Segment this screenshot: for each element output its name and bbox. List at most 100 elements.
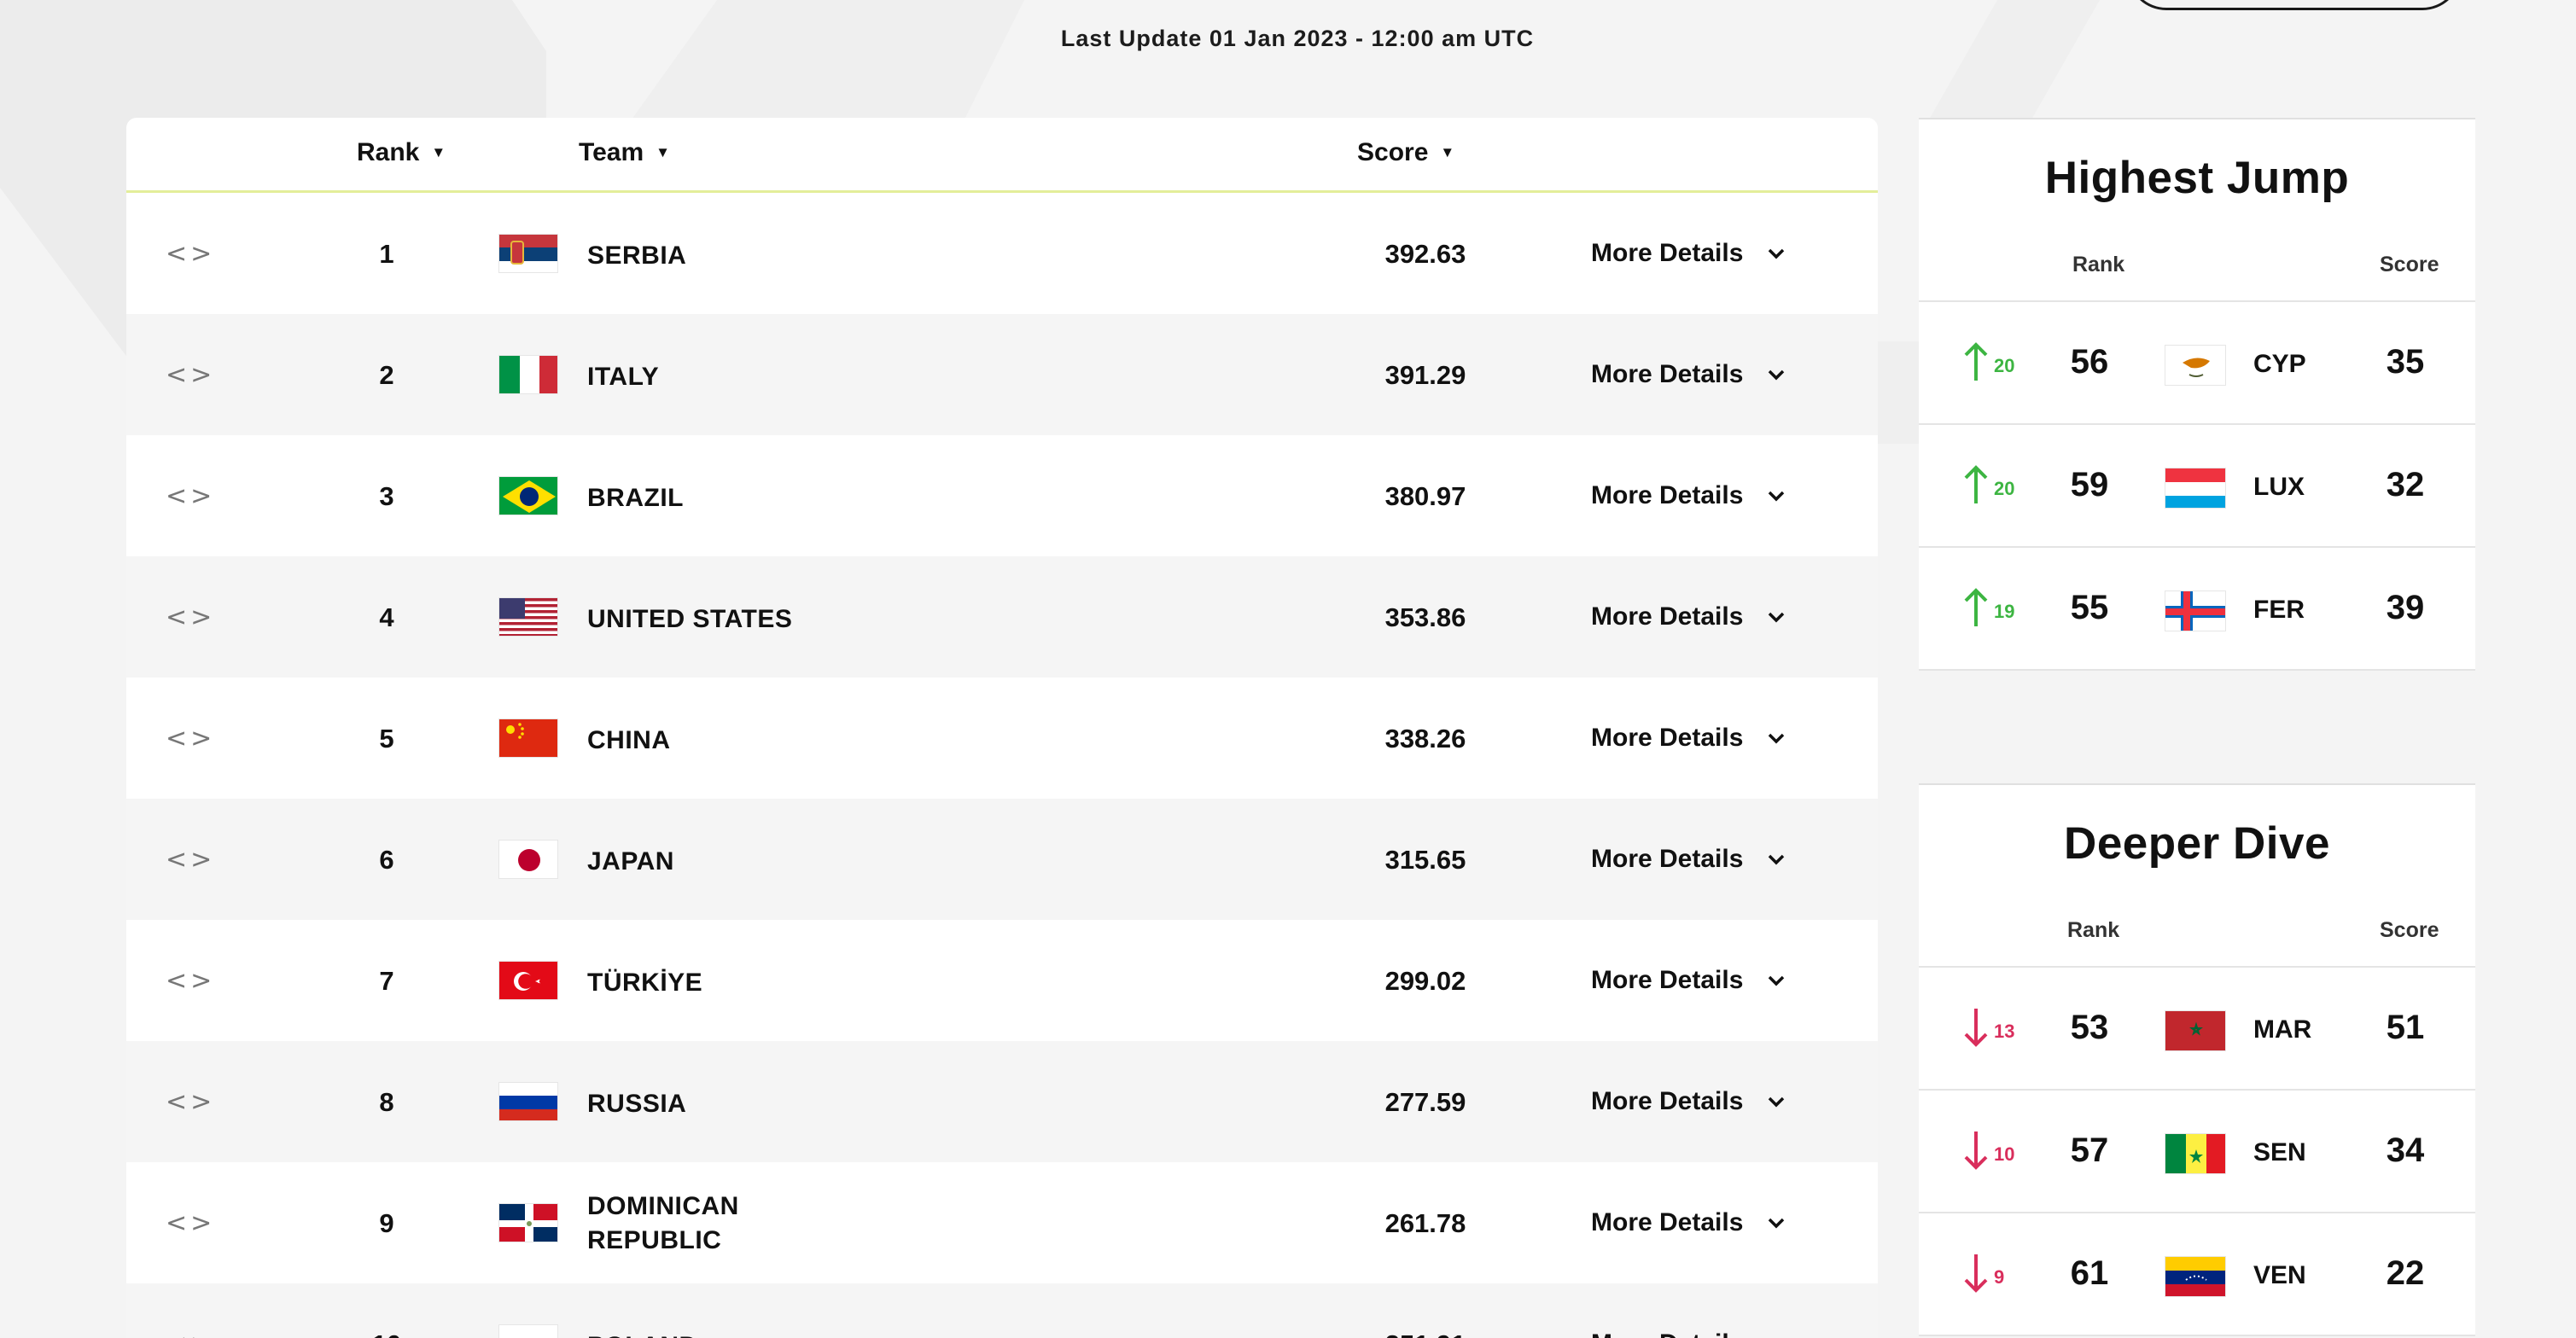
rank-change: 10: [1994, 1143, 2015, 1165]
more-details-button[interactable]: More Details: [1591, 845, 1786, 874]
more-details-button[interactable]: More Details: [1591, 724, 1786, 753]
table-row: <> 3 BRAZIL 380.97 More Details: [126, 435, 1878, 556]
more-details-label: More Details: [1591, 602, 1744, 631]
more-details-button[interactable]: More Details: [1591, 239, 1786, 268]
chevron-down-icon: [1769, 612, 1785, 623]
rank-header-label: Rank: [357, 138, 420, 166]
caret-down-icon: ▼: [656, 144, 670, 160]
more-details-label: More Details: [1591, 481, 1744, 509]
rank-change: 19: [1994, 601, 2015, 622]
code-icon[interactable]: <>: [166, 1208, 215, 1238]
table-row: <> 9 DOMINICAN REPUBLIC 261.78 More Detai…: [126, 1162, 1878, 1283]
highest-jump-panel: Highest Jump Rank Score 20 56 CYP 35 20 …: [1919, 118, 2475, 671]
score-value: 299.02: [1384, 966, 1466, 996]
last-update-text: Last Update 01 Jan 2023 - 12:00 am UTC: [1060, 26, 1535, 51]
score-value: 251.91: [1349, 1329, 1502, 1338]
sort-team-header[interactable]: Team ▼: [579, 138, 670, 167]
table-row: <> 4 UNITED STATES 353.86 More Details: [126, 556, 1878, 678]
team-name-line-2: REPUBLIC: [587, 1226, 722, 1254]
score-column-label: Score: [2380, 918, 2439, 942]
table-row: <> 8 RUSSIA 277.59 More Details: [126, 1041, 1878, 1162]
rank-value: 5: [379, 724, 394, 753]
rank-value: 6: [379, 845, 394, 875]
dominican-republic-flag-icon: [498, 1203, 558, 1242]
serbia-flag-icon: [498, 234, 558, 273]
country-code: LUX: [2253, 473, 2305, 501]
more-details-button[interactable]: More Details: [1591, 1087, 1786, 1116]
team-name: CHINA: [587, 726, 671, 754]
arrow-up-icon: [1964, 588, 1988, 626]
more-details-label: More Details: [1591, 360, 1744, 388]
score-value: 391.29: [1384, 360, 1466, 390]
chevron-down-icon: [1769, 491, 1785, 502]
chevron-down-icon: [1769, 1218, 1785, 1229]
arrow-down-icon: [1964, 1009, 1988, 1047]
rank-column-label: Rank: [2072, 253, 2125, 276]
arrow-up-icon: [1964, 465, 1988, 503]
more-details-button[interactable]: More Details: [1591, 1329, 1786, 1338]
rank-value: 1: [379, 239, 394, 269]
list-item: 9 61 VEN 22: [1919, 1213, 2475, 1336]
deeper-dive-header: Rank Score: [1919, 918, 2475, 968]
list-item: 20 56 CYP 35: [1919, 302, 2475, 425]
rank-value: 53: [2070, 1009, 2109, 1046]
code-icon[interactable]: <>: [166, 845, 215, 875]
team-name: JAPAN: [587, 847, 674, 876]
more-details-label: More Details: [1591, 239, 1744, 267]
italy-flag-icon: [498, 355, 558, 394]
caret-down-icon: ▼: [431, 144, 446, 160]
sort-rank-header[interactable]: Rank ▼: [357, 138, 446, 167]
list-item: 19 55 FER 39: [1919, 548, 2475, 671]
rank-change: 20: [1994, 355, 2015, 376]
country-code: MAR: [2253, 1015, 2312, 1044]
highest-jump-title: Highest Jump: [2044, 153, 2350, 203]
more-details-label: More Details: [1591, 1329, 1743, 1338]
team-name: TÜRKİYE: [587, 969, 703, 997]
code-icon[interactable]: <>: [166, 1087, 215, 1117]
code-icon[interactable]: <>: [166, 724, 215, 753]
rank-value: 8: [379, 1087, 394, 1117]
more-details-button[interactable]: More Details: [1591, 602, 1786, 631]
russia-flag-icon: [498, 1082, 558, 1121]
more-details-button[interactable]: More Details: [1591, 1208, 1786, 1237]
team-header-label: Team: [579, 138, 644, 166]
more-details-button[interactable]: More Details: [1591, 966, 1786, 995]
list-item: 13 53 MAR 51: [1919, 968, 2475, 1091]
team-name: BRAZIL: [587, 484, 684, 512]
code-icon[interactable]: <>: [166, 239, 215, 269]
more-details-button[interactable]: More Details: [1591, 360, 1786, 389]
more-details-button[interactable]: More Details: [1591, 481, 1786, 510]
table-row: <> 5 CHINA 338.26 More Details: [126, 678, 1878, 799]
rank-value: 7: [379, 966, 394, 996]
table-row: <> 2 ITALY 391.29 More Details: [126, 314, 1878, 435]
code-icon[interactable]: <>: [166, 602, 215, 632]
more-details-label: More Details: [1591, 845, 1744, 873]
team-name: RUSSIA: [587, 1090, 687, 1118]
code-icon[interactable]: <>: [166, 481, 215, 511]
arrow-down-icon: [1964, 1131, 1988, 1170]
score-value: 261.78: [1384, 1208, 1466, 1238]
sort-score-header[interactable]: Score ▼: [1357, 138, 1454, 167]
country-code: FER: [2253, 596, 2305, 624]
chevron-down-icon: [1769, 975, 1785, 986]
rank-value: 59: [2070, 466, 2109, 503]
rank-value: 57: [2070, 1131, 2109, 1169]
score-value: 39: [2386, 589, 2425, 626]
arrow-down-icon: [1964, 1254, 1988, 1293]
turkiye-flag-icon: [498, 961, 558, 1000]
deeper-dive-title: Deeper Dive: [2064, 818, 2330, 869]
morocco-flag-icon: [2165, 1010, 2226, 1051]
code-icon[interactable]: <>: [166, 1329, 215, 1338]
code-icon[interactable]: <>: [166, 966, 215, 996]
rankings-table: Rank ▼ Team ▼ Score ▼ <> 1 SERBIA 392.63…: [126, 118, 1878, 1338]
team-name: DOMINICAN REPUBLIC: [587, 1190, 739, 1258]
code-icon[interactable]: <>: [166, 360, 215, 390]
rank-column-label: Rank: [2067, 918, 2120, 942]
chevron-down-icon: [1769, 369, 1785, 381]
rank-value: 56: [2070, 343, 2109, 381]
score-value: 34: [2386, 1131, 2425, 1169]
top-action-button[interactable]: [2127, 0, 2462, 10]
score-value: 277.59: [1384, 1087, 1466, 1117]
usa-flag-icon: [498, 597, 558, 637]
score-value: 338.26: [1384, 724, 1466, 753]
